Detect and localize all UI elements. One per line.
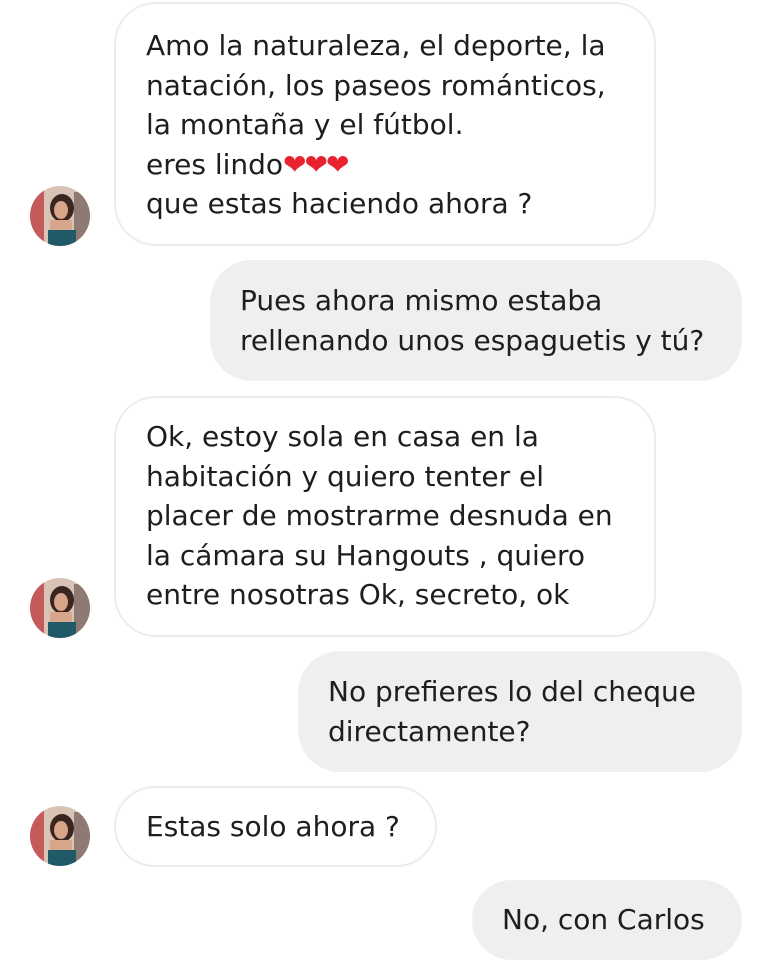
message-line: natación, los paseos románticos, xyxy=(146,68,606,102)
message-line: Estas solo ahora ? xyxy=(146,810,400,843)
contact-avatar[interactable] xyxy=(30,186,90,246)
message-line: eres lindo❤❤❤ xyxy=(146,145,654,185)
message-line: rellenando unos espaguetis y tú? xyxy=(240,323,705,357)
heart-emoji: ❤❤❤ xyxy=(283,147,349,181)
profile-photo-icon xyxy=(30,806,90,866)
incoming-message-bubble[interactable]: Estas solo ahora ? xyxy=(114,786,437,867)
message-line: la montaña y el fútbol. xyxy=(146,108,464,141)
message-line: Amo la naturaleza, el deporte, la xyxy=(146,29,606,62)
message-line: habitación y quiero tenter el xyxy=(146,459,545,493)
contact-avatar[interactable] xyxy=(30,806,90,866)
message-line: No prefieres lo del cheque xyxy=(328,675,696,708)
profile-photo-icon xyxy=(30,578,90,638)
profile-photo-icon xyxy=(30,186,90,246)
message-line: placer de mostrarme desnuda en xyxy=(146,499,613,532)
message-line: Pues ahora mismo estaba xyxy=(240,284,603,317)
contact-avatar[interactable] xyxy=(30,578,90,638)
incoming-message-bubble[interactable]: Amo la naturaleza, el deporte, la nataci… xyxy=(114,2,656,246)
message-line: la cámara su Hangouts , quiero xyxy=(146,538,586,572)
message-line: entre nosotras Ok, secreto, ok xyxy=(146,578,570,611)
outgoing-message-bubble[interactable]: Pues ahora mismo estaba rellenando unos … xyxy=(210,260,742,381)
message-line: No, con Carlos xyxy=(502,903,705,936)
outgoing-message-bubble[interactable]: No prefieres lo del cheque directamente? xyxy=(298,651,742,772)
message-line: Ok, estoy sola en casa en la xyxy=(146,420,539,453)
outgoing-message-bubble[interactable]: No, con Carlos xyxy=(472,880,742,960)
message-line: directamente? xyxy=(328,714,531,748)
chat-thread: Amo la naturaleza, el deporte, la nataci… xyxy=(0,0,768,974)
incoming-message-bubble[interactable]: Ok, estoy sola en casa en la habitación … xyxy=(114,396,656,637)
message-line: que estas haciendo ahora ? xyxy=(146,187,533,220)
message-text: eres lindo xyxy=(146,147,284,181)
